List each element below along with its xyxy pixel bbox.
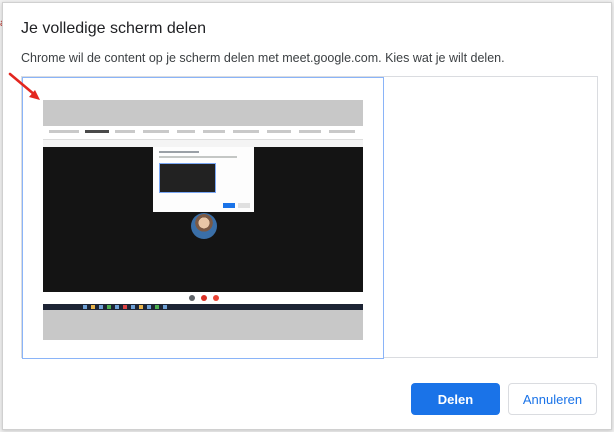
thumbnail-taskbar bbox=[43, 304, 363, 310]
dialog-subtitle: Chrome wil de content op je scherm delen… bbox=[21, 51, 505, 65]
screen-thumbnail bbox=[43, 100, 363, 340]
thumbnail-browser-tabs bbox=[43, 126, 363, 139]
thumbnail-call-controls bbox=[43, 292, 363, 304]
red-arrow-icon bbox=[8, 72, 40, 100]
screen-picker-list bbox=[21, 76, 598, 359]
share-button[interactable]: Delen bbox=[411, 383, 500, 415]
cancel-button[interactable]: Annuleren bbox=[508, 383, 597, 415]
thumbnail-meeting-view bbox=[43, 147, 363, 292]
dialog-title: Je volledige scherm delen bbox=[21, 20, 206, 37]
avatar bbox=[191, 213, 217, 239]
thumbnail-mini-dialog bbox=[153, 147, 254, 212]
screen-option-tile[interactable] bbox=[22, 77, 384, 359]
share-screen-dialog: Je volledige scherm delen Chrome wil de … bbox=[2, 2, 612, 430]
